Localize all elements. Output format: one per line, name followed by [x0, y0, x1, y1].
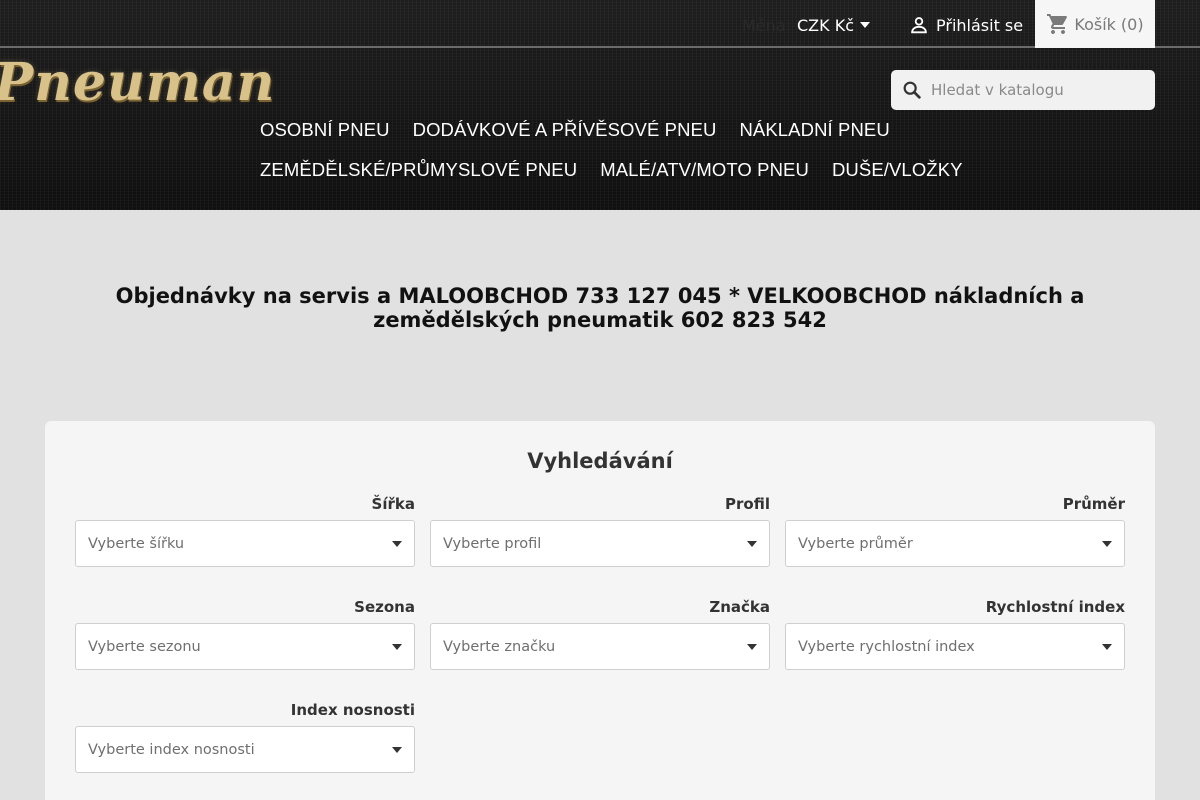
diameter-field: Průměr Vyberte průměr [785, 493, 1125, 567]
select-placeholder: Vyberte index nosnosti [88, 741, 255, 758]
width-field: Šířka Vyberte šířku [75, 493, 415, 567]
currency-selector[interactable]: Měna: CZK Kč [742, 0, 870, 50]
profile-field: Profil Vyberte profil [430, 493, 770, 567]
brand-select[interactable]: Vyberte značku [430, 623, 770, 670]
nav-row: OSOBNÍ PNEU DODÁVKOVÉ A PŘÍVĚSOVÉ PNEU N… [260, 110, 1160, 150]
login-link[interactable]: Přihlásit se [908, 0, 1023, 50]
nav-item-male-atv-moto-pneu[interactable]: MALÉ/ATV/MOTO PNEU [600, 159, 809, 181]
nav-item-osobni-pneu[interactable]: OSOBNÍ PNEU [260, 119, 390, 141]
nav-item-zemedelske-pneu[interactable]: ZEMĚDĚLSKÉ/PRŮMYSLOVÉ PNEU [260, 159, 577, 181]
search-bar[interactable] [891, 70, 1155, 110]
load-index-field: Index nosnosti Vyberte index nosnosti [75, 699, 415, 773]
main-navigation: OSOBNÍ PNEU DODÁVKOVÉ A PŘÍVĚSOVÉ PNEU N… [260, 110, 1160, 190]
field-label: Rychlostní index [985, 598, 1125, 616]
speed-index-field: Rychlostní index Vyberte rychlostní inde… [785, 596, 1125, 670]
select-placeholder: Vyberte průměr [798, 535, 913, 552]
select-placeholder: Vyberte rychlostní index [798, 638, 975, 655]
site-header: Měna: CZK Kč Přihlásit se Košík (0) Pneu… [0, 0, 1200, 210]
top-bar: Měna: CZK Kč Přihlásit se Košík (0) [0, 0, 1200, 48]
search-input[interactable] [931, 81, 1131, 99]
person-icon [911, 17, 927, 34]
select-placeholder: Vyberte sezonu [88, 638, 201, 655]
magnifier-icon[interactable] [901, 79, 923, 101]
select-placeholder: Vyberte profil [443, 535, 542, 552]
nav-item-nakladni-pneu[interactable]: NÁKLADNÍ PNEU [739, 119, 889, 141]
season-field: Sezona Vyberte sezonu [75, 596, 415, 670]
nav-row: ZEMĚDĚLSKÉ/PRŮMYSLOVÉ PNEU MALÉ/ATV/MOTO… [260, 150, 1160, 190]
field-label: Šířka [371, 495, 415, 513]
cart-label: Košík [1074, 14, 1116, 34]
field-label: Profil [725, 495, 770, 513]
announcement-line: zemědělských pneumatik 602 823 542 [373, 308, 827, 332]
caret-down-icon [392, 644, 402, 650]
load-index-select[interactable]: Vyberte index nosnosti [75, 726, 415, 773]
announcement-line: Objednávky na servis a MALOOBCHOD 733 12… [115, 284, 1085, 308]
field-label: Značka [709, 598, 770, 616]
login-label: Přihlásit se [936, 15, 1024, 35]
cart-count: (0) [1120, 14, 1144, 34]
select-placeholder: Vyberte značku [443, 638, 556, 655]
field-label: Průměr [1062, 495, 1125, 513]
caret-down-icon [747, 541, 757, 547]
shopping-cart-icon [1047, 14, 1068, 34]
caret-down-icon [392, 747, 402, 753]
season-select[interactable]: Vyberte sezonu [75, 623, 415, 670]
nav-item-duse-vlozky[interactable]: DUŠE/VLOŽKY [832, 159, 963, 181]
announcement-banner: Objednávky na servis a MALOOBCHOD 733 12… [100, 284, 1100, 332]
tire-search-card: Vyhledávání Šířka Vyberte šířku Profil V… [45, 421, 1155, 800]
brand-field: Značka Vyberte značku [430, 596, 770, 670]
diameter-select[interactable]: Vyberte průměr [785, 520, 1125, 567]
caret-down-icon [747, 644, 757, 650]
site-logo[interactable]: Pneuman [0, 52, 275, 113]
currency-label: Měna: [742, 15, 791, 35]
select-placeholder: Vyberte šířku [88, 535, 185, 552]
width-select[interactable]: Vyberte šířku [75, 520, 415, 567]
cart-button[interactable]: Košík (0) [1035, 0, 1155, 48]
chevron-down-icon [859, 22, 870, 28]
currency-value: CZK Kč [796, 15, 854, 35]
caret-down-icon [392, 541, 402, 547]
field-label: Sezona [354, 598, 415, 616]
speed-index-select[interactable]: Vyberte rychlostní index [785, 623, 1125, 670]
profile-select[interactable]: Vyberte profil [430, 520, 770, 567]
caret-down-icon [1102, 541, 1112, 547]
search-card-title: Vyhledávání [527, 449, 673, 473]
field-label: Index nosnosti [290, 701, 415, 719]
nav-item-dodavkove-pneu[interactable]: DODÁVKOVÉ A PŘÍVĚSOVÉ PNEU [413, 119, 717, 141]
caret-down-icon [1102, 644, 1112, 650]
